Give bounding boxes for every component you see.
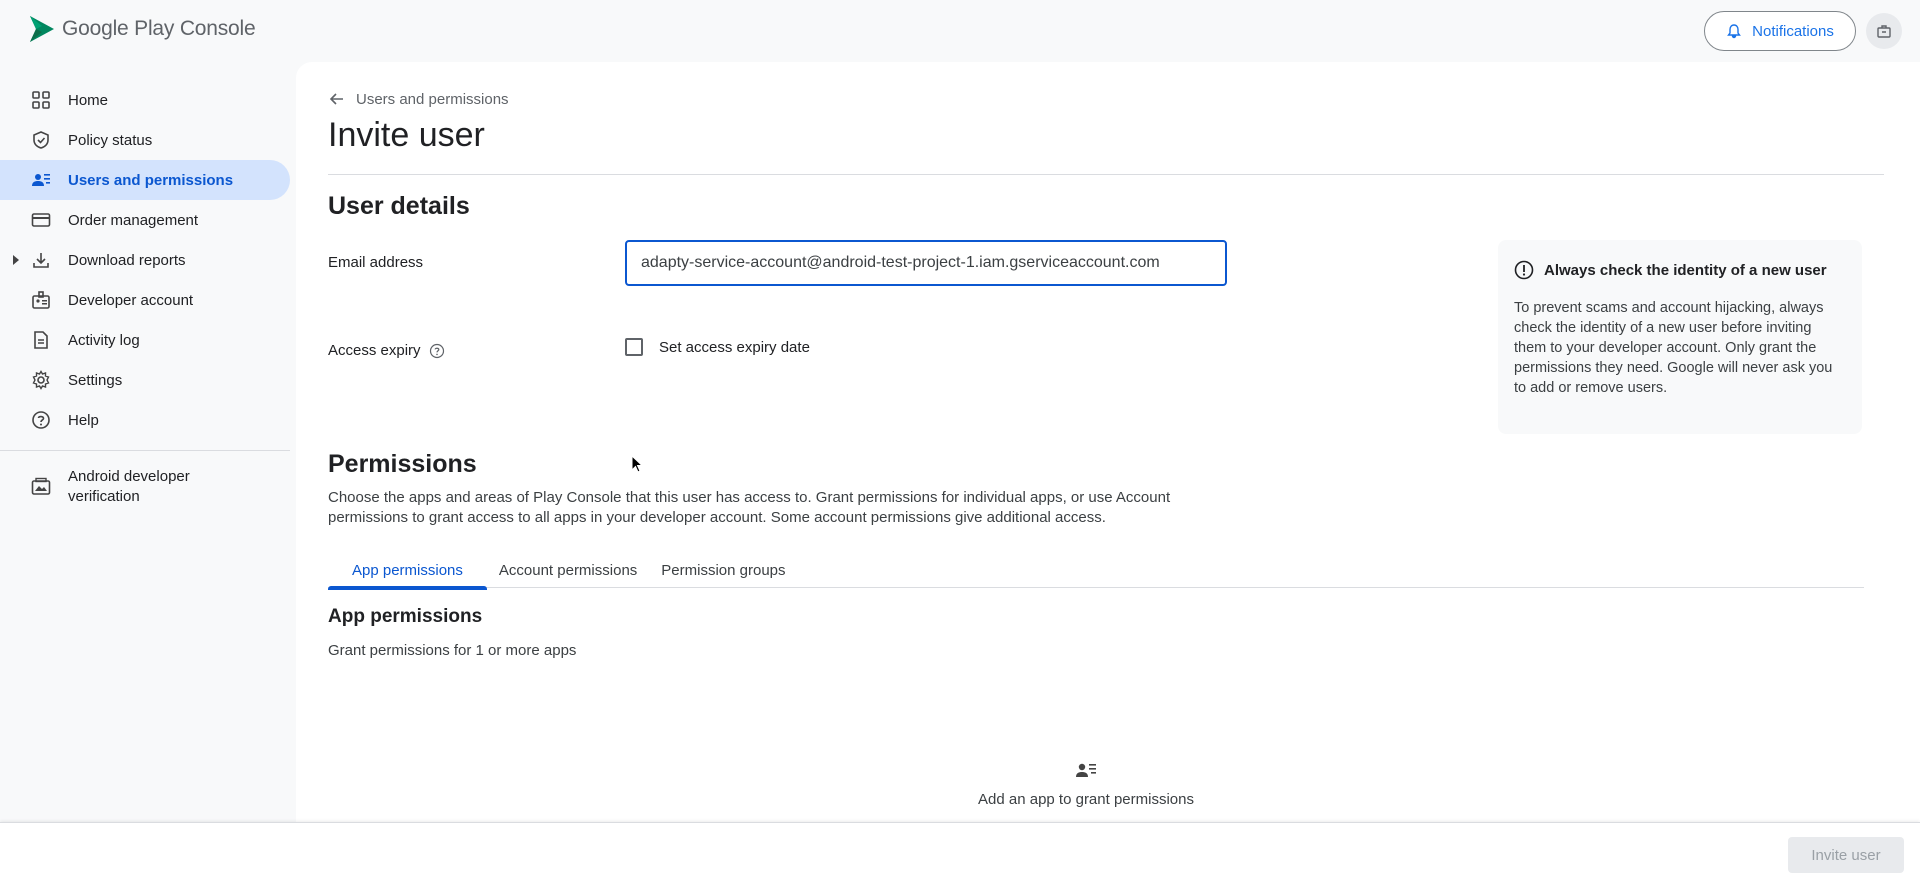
access-expiry-label-text: Access expiry <box>328 342 421 359</box>
sidebar-item-label: Download reports <box>68 251 186 269</box>
download-icon <box>30 249 52 271</box>
sidebar-item-label: Activity log <box>68 331 140 349</box>
feedback-icon <box>1877 25 1891 38</box>
credit-card-icon <box>30 209 52 231</box>
tab-account-permissions[interactable]: Account permissions <box>487 552 649 588</box>
identity-warning-card: Always check the identity of a new user … <box>1498 240 1862 434</box>
sidebar-item-download-reports[interactable]: Download reports <box>0 240 290 280</box>
sidebar-item-label: Order management <box>68 211 199 229</box>
feedback-button[interactable] <box>1866 13 1902 49</box>
sidebar: Home Policy status Users and permissions… <box>0 80 292 511</box>
shield-check-icon <box>30 129 52 151</box>
sidebar-divider <box>0 450 290 451</box>
person-list-icon <box>1076 763 1096 777</box>
sidebar-item-label: Help <box>68 411 99 429</box>
email-label-text: Email address <box>328 254 424 271</box>
sidebar-item-android-developer-verification[interactable]: Android developer verification <box>0 463 290 511</box>
permissions-title: Permissions <box>328 450 477 478</box>
gear-icon <box>30 369 52 391</box>
sidebar-item-activity-log[interactable]: Activity log <box>0 320 290 360</box>
page-title: Invite user <box>328 116 485 154</box>
bell-icon <box>1727 24 1742 39</box>
dashboard-grid-icon <box>30 89 52 111</box>
sidebar-item-home[interactable]: Home <box>0 80 290 120</box>
expand-arrow-icon[interactable] <box>13 255 19 265</box>
sidebar-item-label: Home <box>68 91 109 109</box>
main-content: Users and permissions Invite user User d… <box>296 62 1920 822</box>
identity-warning-body: To prevent scams and account hijacking, … <box>1514 300 1833 396</box>
access-expiry-checkbox-row[interactable]: Set access expiry date <box>625 338 810 356</box>
mouse-cursor-icon <box>631 455 643 473</box>
sidebar-item-policy-status[interactable]: Policy status <box>0 120 290 160</box>
user-details-title: User details <box>328 192 470 220</box>
app-permissions-title: App permissions <box>328 606 483 627</box>
permissions-tabs: App permissions Account permissions Perm… <box>328 552 1864 590</box>
info-alert-icon <box>1514 260 1534 280</box>
empty-state: Add an app to grant permissions <box>936 758 1236 808</box>
title-divider <box>328 174 1884 175</box>
manage-accounts-icon <box>30 169 52 191</box>
sidebar-item-label: Developer account <box>68 291 194 309</box>
email-input[interactable] <box>625 240 1227 286</box>
breadcrumb-label: Users and permissions <box>356 90 509 108</box>
notifications-label: Notifications <box>1752 22 1834 40</box>
top-bar: Google Play Console Notifications <box>0 0 1920 62</box>
sidebar-item-label: Android developer verification <box>68 468 190 505</box>
help-icon <box>30 409 52 431</box>
sidebar-item-label: Settings <box>68 371 123 389</box>
sidebar-item-label: Users and permissions <box>68 171 234 189</box>
help-icon[interactable] <box>429 343 445 359</box>
email-label: Email address <box>328 254 423 271</box>
access-expiry-checkbox-label: Set access expiry date <box>659 338 810 356</box>
breadcrumb[interactable]: Users and permissions <box>328 90 509 108</box>
sidebar-item-label: Policy status <box>68 131 153 149</box>
footer-bar: Invite user <box>0 822 1920 876</box>
sidebar-item-help[interactable]: Help <box>0 400 290 440</box>
badge-icon <box>30 289 52 311</box>
tab-app-permissions[interactable]: App permissions <box>328 552 487 590</box>
document-icon <box>30 329 52 351</box>
sidebar-item-users-and-permissions[interactable]: Users and permissions <box>0 160 290 200</box>
sidebar-item-developer-account[interactable]: Developer account <box>0 280 290 320</box>
access-expiry-checkbox[interactable] <box>625 338 643 356</box>
logo-text: Google Play Console <box>62 17 256 40</box>
id-card-icon <box>30 476 52 498</box>
arrow-back-icon <box>329 93 343 105</box>
access-expiry-label: Access expiry <box>328 342 445 359</box>
sidebar-item-order-management[interactable]: Order management <box>0 200 290 240</box>
play-console-logo[interactable]: Google Play Console <box>28 14 256 44</box>
play-logo-icon <box>30 16 54 42</box>
sidebar-item-settings[interactable]: Settings <box>0 360 290 400</box>
invite-user-button[interactable]: Invite user <box>1788 837 1904 873</box>
notifications-button[interactable]: Notifications <box>1704 11 1856 51</box>
permissions-description: Choose the apps and areas of Play Consol… <box>328 489 1171 526</box>
tab-permission-groups[interactable]: Permission groups <box>649 552 797 588</box>
empty-state-text: Add an app to grant permissions <box>978 791 1194 808</box>
identity-warning-heading: Always check the identity of a new user <box>1514 260 1846 280</box>
identity-warning-title: Always check the identity of a new user <box>1544 261 1827 279</box>
app-permissions-description: Grant permissions for 1 or more apps <box>328 642 577 659</box>
